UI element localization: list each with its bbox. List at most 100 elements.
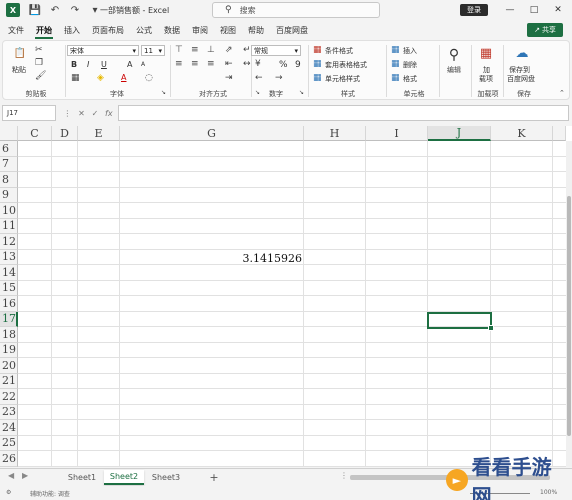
sheet-tab-sheet1[interactable]: Sheet1 bbox=[62, 470, 102, 485]
tab-formulas[interactable]: 公式 bbox=[130, 22, 158, 40]
row-header-10[interactable]: 10 bbox=[0, 203, 18, 219]
row-header-12[interactable]: 12 bbox=[0, 234, 18, 250]
column-header-k[interactable]: K bbox=[491, 126, 553, 141]
cancel-icon[interactable]: ✕ bbox=[78, 109, 85, 118]
row-header-11[interactable]: 11 bbox=[0, 218, 18, 234]
paste-label[interactable]: 粘贴 bbox=[12, 65, 26, 75]
previous-sheet-icon[interactable]: ◀ bbox=[8, 471, 14, 480]
tab-insert[interactable]: 插入 bbox=[58, 22, 86, 40]
column-header-c[interactable]: C bbox=[18, 126, 52, 141]
baidu-cloud-icon[interactable]: ☁ bbox=[513, 45, 531, 61]
border-icon[interactable]: ▦ bbox=[71, 73, 80, 83]
merge-center-icon[interactable]: ↔ bbox=[243, 59, 251, 69]
row-header-6[interactable]: 6 bbox=[0, 141, 18, 157]
row-header-25[interactable]: 25 bbox=[0, 435, 18, 451]
italic-button[interactable]: I bbox=[87, 60, 89, 69]
conditional-formatting-button[interactable]: 条件格式 bbox=[325, 46, 353, 56]
row-header-15[interactable]: 15 bbox=[0, 280, 18, 296]
font-name-select[interactable]: 宋体 ▾ bbox=[67, 45, 139, 56]
copy-icon[interactable]: ❐ bbox=[35, 58, 43, 68]
format-as-table-button[interactable]: 套用表格格式 bbox=[325, 60, 367, 70]
format-painter-icon[interactable]: 🖌 bbox=[35, 71, 46, 81]
column-header-h[interactable]: H bbox=[304, 126, 366, 141]
maximize-icon[interactable]: □ bbox=[526, 2, 542, 18]
collapse-ribbon-icon[interactable]: ⌃ bbox=[559, 89, 565, 97]
align-top-icon[interactable]: ⊤ bbox=[175, 45, 183, 55]
more-options-icon[interactable]: ⋮ bbox=[63, 109, 71, 118]
row-header-13[interactable]: 13 bbox=[0, 249, 18, 265]
tab-file[interactable]: 文件 bbox=[2, 22, 30, 40]
confirm-icon[interactable]: ✓ bbox=[92, 109, 99, 118]
row-header-8[interactable]: 8 bbox=[0, 172, 18, 188]
row-header-17[interactable]: 17 bbox=[0, 311, 18, 327]
delete-cells-button[interactable]: 删除 bbox=[403, 60, 417, 70]
insert-cells-button[interactable]: 插入 bbox=[403, 46, 417, 56]
formula-input[interactable] bbox=[118, 105, 569, 121]
paste-icon[interactable]: 📋 bbox=[11, 45, 29, 61]
column-header-i[interactable]: I bbox=[366, 126, 428, 141]
column-header-j[interactable]: J bbox=[428, 126, 491, 141]
cell-g13-value[interactable]: 3.1415926 bbox=[120, 251, 303, 267]
dialog-launcher-icon[interactable]: ↘ bbox=[299, 89, 304, 96]
row-header-16[interactable]: 16 bbox=[0, 296, 18, 312]
increase-decimal-icon[interactable]: ← bbox=[255, 73, 263, 83]
fill-color-icon[interactable]: ◈ bbox=[97, 73, 104, 83]
percent-button[interactable]: % bbox=[279, 60, 288, 70]
currency-icon[interactable]: ¥ bbox=[255, 59, 261, 69]
row-header-7[interactable]: 7 bbox=[0, 156, 18, 172]
save-to-line2[interactable]: 百度网盘 bbox=[507, 74, 535, 84]
search-icon[interactable]: ⚲ bbox=[445, 47, 463, 63]
dialog-launcher-icon[interactable]: ↘ bbox=[161, 89, 166, 96]
add-sheet-button[interactable]: + bbox=[206, 470, 222, 485]
sheet-tab-sheet2[interactable]: Sheet2 bbox=[104, 470, 144, 485]
sheet-tab-sheet3[interactable]: Sheet3 bbox=[146, 470, 186, 485]
align-bottom-icon[interactable]: ⊥ bbox=[207, 45, 215, 55]
save-icon[interactable]: 💾 bbox=[28, 3, 42, 17]
grow-font-button[interactable]: A bbox=[127, 60, 132, 69]
tab-help[interactable]: 帮助 bbox=[242, 22, 270, 40]
vertical-scrollbar-thumb[interactable] bbox=[567, 196, 571, 436]
increase-indent-icon[interactable]: ⇥ bbox=[225, 73, 233, 83]
row-header-21[interactable]: 21 bbox=[0, 373, 18, 389]
row-header-24[interactable]: 24 bbox=[0, 420, 18, 436]
editing-button[interactable]: 编辑 bbox=[441, 65, 467, 75]
add-ins-icon[interactable]: ▦ bbox=[477, 45, 495, 61]
add-ins-line2[interactable]: 载项 bbox=[479, 74, 493, 84]
comma-button[interactable]: 9 bbox=[295, 60, 301, 70]
minimize-icon[interactable]: — bbox=[502, 2, 518, 18]
row-header-9[interactable]: 9 bbox=[0, 187, 18, 203]
next-sheet-icon[interactable]: ▶ bbox=[22, 471, 28, 480]
align-center-icon[interactable]: ≡ bbox=[191, 59, 199, 69]
decrease-indent-icon[interactable]: ⇤ bbox=[225, 59, 233, 69]
worksheet-grid[interactable]: C D E G H I J K 6 7 8 9 10 11 12 13 14 15 16 17 18 19… bbox=[0, 126, 572, 467]
tab-page-layout[interactable]: 页面布局 bbox=[86, 22, 130, 40]
orientation-icon[interactable]: ⇗ bbox=[225, 45, 233, 55]
align-right-icon[interactable]: ≡ bbox=[207, 59, 215, 69]
active-cell-j17[interactable] bbox=[427, 312, 494, 331]
tab-home[interactable]: 开始 bbox=[30, 22, 58, 40]
redo-icon[interactable]: ↷ bbox=[68, 3, 82, 17]
row-header-20[interactable]: 20 bbox=[0, 358, 18, 374]
row-header-23[interactable]: 23 bbox=[0, 404, 18, 420]
login-button[interactable]: 登录 bbox=[460, 4, 488, 16]
bold-button[interactable]: B bbox=[71, 60, 77, 69]
tab-data[interactable]: 数据 bbox=[158, 22, 186, 40]
undo-icon[interactable]: ↶ bbox=[48, 3, 62, 17]
align-left-icon[interactable]: ≡ bbox=[175, 59, 183, 69]
options-icon[interactable]: ⋮ bbox=[340, 471, 348, 480]
phonetic-icon[interactable]: ◌ bbox=[145, 73, 153, 83]
font-color-button[interactable]: A bbox=[121, 73, 126, 82]
column-header-partial[interactable] bbox=[553, 126, 566, 141]
decrease-decimal-icon[interactable]: → bbox=[275, 73, 283, 83]
underline-button[interactable]: U bbox=[101, 60, 107, 69]
accessibility-icon[interactable]: ⚙ bbox=[6, 489, 11, 496]
row-header-26[interactable]: 26 bbox=[0, 451, 18, 467]
cut-icon[interactable]: ✂ bbox=[35, 45, 43, 55]
row-header-19[interactable]: 19 bbox=[0, 342, 18, 358]
font-size-select[interactable]: 11 ▾ bbox=[141, 45, 165, 56]
wrap-text-icon[interactable]: ↵ bbox=[243, 45, 251, 55]
cell-styles-button[interactable]: 单元格样式 bbox=[325, 74, 360, 84]
format-cells-button[interactable]: 格式 bbox=[403, 74, 417, 84]
tab-view[interactable]: 视图 bbox=[214, 22, 242, 40]
tab-baidu-netdisk[interactable]: 百度网盘 bbox=[270, 22, 314, 40]
